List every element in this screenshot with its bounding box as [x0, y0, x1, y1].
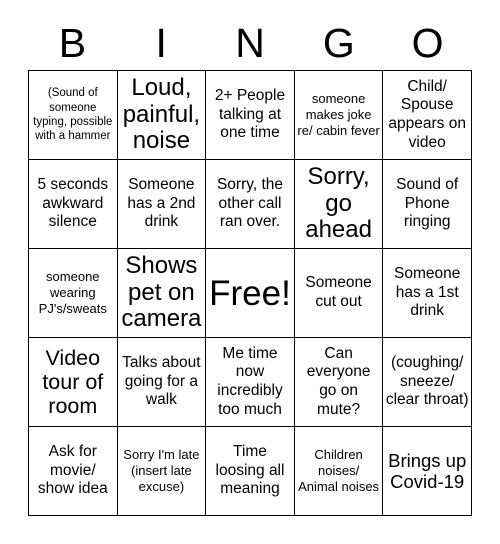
bingo-cell-label: Brings up Covid-19: [388, 449, 467, 492]
bingo-cell-label: Video tour of room: [42, 345, 104, 419]
bingo-cell-label: someone wearing PJ's/sweats: [38, 268, 107, 317]
bingo-header-letter-o: O: [411, 19, 444, 66]
bingo-cell[interactable]: someone wearing PJ's/sweats: [29, 249, 118, 338]
bingo-cell-label: (coughing/ sneeze/ clear throat): [385, 354, 469, 409]
bingo-cell[interactable]: Time loosing all meaning: [206, 427, 295, 516]
bingo-cell[interactable]: someone makes joke re/ cabin fever: [294, 71, 384, 160]
bingo-cell-label: 2+ People talking at one time: [214, 87, 286, 142]
bingo-cell[interactable]: Child/ Spouse appears on video: [383, 71, 472, 160]
bingo-header-letter-b: B: [58, 19, 87, 66]
bingo-cell-label: 5 seconds awkward silence: [37, 176, 109, 231]
bingo-cell-label: Sorry, go ahead: [305, 163, 372, 244]
bingo-cell[interactable]: (Sound of someone typing, possible with …: [29, 71, 118, 160]
bingo-cell-label: Sorry, the other call ran over.: [216, 176, 284, 231]
bingo-cell[interactable]: Someone cut out: [294, 249, 384, 338]
bingo-cell-label: Time loosing all meaning: [215, 443, 285, 498]
bingo-cell-label: Someone cut out: [305, 274, 372, 310]
bingo-cell[interactable]: Sorry I'm late (insert late excuse): [117, 427, 207, 516]
bingo-header-letter-g: G: [322, 19, 355, 66]
bingo-cell-label: Talks about going for a walk: [122, 354, 201, 409]
bingo-cell-label: Shows pet on camera: [121, 252, 202, 333]
bingo-header-letter-i: I: [155, 19, 167, 66]
bingo-cell-label: Sorry I'm late (insert late excuse): [123, 446, 200, 495]
bingo-cell[interactable]: Someone has a 2nd drink: [117, 160, 207, 249]
bingo-cell[interactable]: Brings up Covid-19: [383, 427, 472, 516]
bingo-cell[interactable]: Loud, painful, noise: [117, 71, 207, 160]
bingo-cell[interactable]: 5 seconds awkward silence: [29, 160, 118, 249]
bingo-cell[interactable]: Video tour of room: [29, 338, 118, 427]
bingo-cell[interactable]: Shows pet on camera: [117, 249, 207, 338]
bingo-cell-label: someone makes joke re/ cabin fever: [297, 90, 380, 139]
bingo-cell-label: Free!: [209, 273, 291, 313]
bingo-header-letter-n: N: [235, 19, 265, 66]
bingo-cell-label: Someone has a 1st drink: [394, 265, 461, 320]
bingo-card: B I N G O (Sound of someone typing, possible…: [0, 0, 500, 544]
bingo-cell-label: Ask for movie/ show idea: [37, 443, 108, 498]
bingo-header: BINGO: [28, 18, 472, 68]
bingo-cell-label: Me time now incredibly too much: [217, 344, 283, 418]
bingo-cell[interactable]: Me time now incredibly too much: [206, 338, 295, 427]
bingo-cell-label: Child/ Spouse appears on video: [388, 77, 466, 151]
bingo-cell-label: Someone has a 2nd drink: [127, 176, 196, 231]
bingo-cell[interactable]: 2+ People talking at one time: [206, 71, 295, 160]
bingo-cell-label: Children noises/ Animal noises: [298, 446, 380, 495]
bingo-cell-label: Sound of Phone ringing: [396, 176, 459, 231]
bingo-cell[interactable]: Someone has a 1st drink: [383, 249, 472, 338]
bingo-cell-free[interactable]: Free!: [206, 249, 295, 338]
bingo-cell-label: Can everyone go on mute?: [306, 344, 371, 418]
bingo-cell[interactable]: Sorry, go ahead: [294, 160, 384, 249]
bingo-cell[interactable]: Sound of Phone ringing: [383, 160, 472, 249]
bingo-cell[interactable]: (coughing/ sneeze/ clear throat): [383, 338, 472, 427]
bingo-cell-label: (Sound of someone typing, possible with …: [33, 87, 113, 143]
bingo-cell[interactable]: Children noises/ Animal noises: [294, 427, 384, 516]
bingo-cell[interactable]: Talks about going for a walk: [117, 338, 207, 427]
bingo-grid: (Sound of someone typing, possible with …: [28, 70, 472, 516]
bingo-cell[interactable]: Can everyone go on mute?: [294, 338, 384, 427]
bingo-cell[interactable]: Ask for movie/ show idea: [29, 427, 118, 516]
bingo-cell[interactable]: Sorry, the other call ran over.: [206, 160, 295, 249]
bingo-cell-label: Loud, painful, noise: [122, 74, 201, 155]
